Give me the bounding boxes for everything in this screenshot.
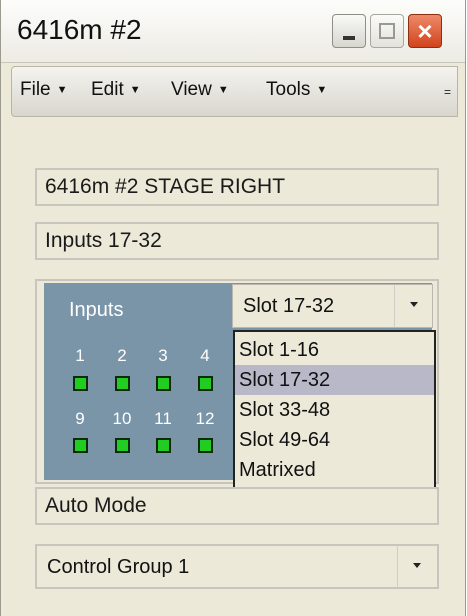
input-led[interactable] bbox=[115, 438, 130, 453]
device-name-field: 6416m #2 STAGE RIGHT bbox=[35, 168, 439, 206]
channel-number: 12 bbox=[195, 409, 215, 428]
chevron-down-icon bbox=[410, 302, 418, 307]
close-icon: × bbox=[417, 16, 433, 46]
menu-file[interactable]: File ▼ bbox=[20, 79, 68, 101]
menu-tools[interactable]: Tools ▼ bbox=[266, 79, 327, 101]
control-group-value: Control Group 1 bbox=[47, 556, 190, 578]
window-title: 6416m #2 bbox=[17, 14, 142, 45]
input-led[interactable] bbox=[156, 376, 171, 391]
input-led[interactable] bbox=[73, 438, 88, 453]
menu-bar: File ▼ Edit ▼ View ▼ Tools ▼ = bbox=[11, 66, 458, 117]
control-group-select[interactable]: Control Group 1 bbox=[35, 544, 439, 589]
close-button[interactable]: × bbox=[408, 14, 442, 48]
menu-view[interactable]: View ▼ bbox=[171, 79, 229, 101]
channel-number: 3 bbox=[158, 346, 168, 365]
slot-option-selected[interactable]: Slot 17-32 bbox=[235, 365, 434, 395]
slot-option[interactable]: Matrixed bbox=[235, 455, 434, 485]
title-bar[interactable]: 6416m #2 × bbox=[1, 0, 465, 63]
slot-option[interactable]: Slot 1-16 bbox=[235, 335, 434, 365]
slot-option[interactable]: Slot 33-48 bbox=[235, 395, 434, 425]
slot-dropdown-list: Slot 1-16 Slot 17-32 Slot 33-48 Slot 49-… bbox=[233, 330, 436, 489]
input-led[interactable] bbox=[73, 376, 88, 391]
chevron-down-icon bbox=[413, 563, 421, 568]
input-led[interactable] bbox=[156, 438, 171, 453]
chevron-down-icon: ▼ bbox=[129, 84, 141, 96]
menu-edit[interactable]: Edit ▼ bbox=[91, 79, 141, 101]
channel-number: 11 bbox=[154, 409, 172, 428]
mode-field: Auto Mode bbox=[35, 487, 439, 525]
channel-number: 2 bbox=[117, 346, 127, 365]
input-led[interactable] bbox=[115, 376, 130, 391]
chevron-down-icon: ▼ bbox=[316, 84, 328, 96]
input-led[interactable] bbox=[198, 376, 213, 391]
slot-option[interactable]: Slot 49-64 bbox=[235, 425, 434, 455]
maximize-button[interactable] bbox=[370, 14, 404, 48]
chevron-down-icon: ▼ bbox=[217, 84, 229, 96]
channel-number: 4 bbox=[200, 346, 210, 365]
inputs-label: Inputs bbox=[69, 299, 124, 321]
app-window: 6416m #2 × File ▼ Edit ▼ View ▼ Tools ▼ = 64… bbox=[0, 0, 466, 616]
toolbar-overflow-icon[interactable]: = bbox=[443, 86, 452, 98]
slot-select-value: Slot 17-32 bbox=[243, 295, 335, 317]
channel-number: 9 bbox=[75, 409, 85, 428]
inputs-range-field: Inputs 17-32 bbox=[35, 222, 439, 260]
input-led[interactable] bbox=[198, 438, 213, 453]
channel-number: 10 bbox=[112, 409, 132, 428]
channel-number: 1 bbox=[75, 346, 85, 365]
minimize-button[interactable] bbox=[332, 14, 366, 48]
slot-select-button[interactable] bbox=[394, 285, 432, 327]
control-group-button[interactable] bbox=[397, 546, 437, 587]
chevron-down-icon: ▼ bbox=[56, 84, 68, 96]
slot-select[interactable]: Slot 17-32 bbox=[232, 284, 433, 328]
